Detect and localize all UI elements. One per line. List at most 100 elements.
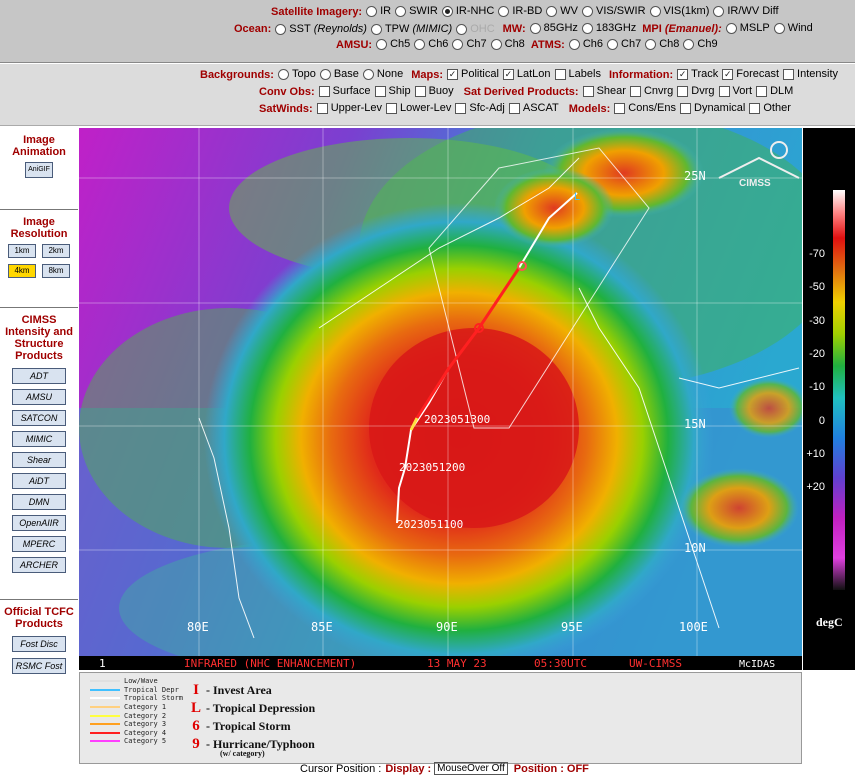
radio-button[interactable] — [362, 68, 374, 80]
radio-button[interactable] — [607, 38, 619, 50]
option-ir-bd[interactable]: IR-BD — [498, 5, 542, 17]
option-ch8[interactable]: Ch8 — [645, 38, 679, 50]
checkbox-dvrg[interactable]: Dvrg — [677, 85, 715, 97]
checkbox-intensity[interactable]: Intensity — [783, 68, 838, 80]
fost-disc-button[interactable]: Fost Disc — [12, 636, 66, 652]
checkbox-vort[interactable]: Vort — [718, 85, 752, 97]
resolution-8km-button[interactable]: 8km — [42, 264, 70, 278]
checkbox[interactable] — [386, 102, 398, 114]
checkbox-latlon[interactable]: LatLon — [502, 68, 551, 80]
checkbox[interactable] — [783, 68, 795, 80]
radio-button[interactable] — [773, 22, 785, 34]
checkbox[interactable] — [455, 102, 467, 114]
checkbox[interactable] — [677, 68, 689, 80]
checkbox-sfc-adj[interactable]: Sfc-Adj — [455, 102, 505, 114]
resolution-4km-button[interactable]: 4km — [8, 264, 36, 278]
option-ch7[interactable]: Ch7 — [452, 38, 487, 50]
radio-button[interactable] — [649, 5, 661, 17]
checkbox-political[interactable]: Political — [446, 68, 499, 80]
option-ch8[interactable]: Ch8 — [490, 38, 525, 50]
radio-button[interactable] — [713, 5, 725, 17]
checkbox-labels[interactable]: Labels — [554, 68, 601, 80]
radio-button[interactable] — [395, 5, 407, 17]
option-85ghz[interactable]: 85GHz — [529, 22, 578, 34]
checkbox[interactable] — [414, 85, 426, 97]
checkbox-ship[interactable]: Ship — [374, 85, 411, 97]
option-ch6[interactable]: Ch6 — [568, 38, 603, 50]
resolution-1km-button[interactable]: 1km — [8, 244, 36, 258]
option-ir-nhc[interactable]: IR-NHC — [441, 5, 494, 17]
mimic-button[interactable]: MIMIC — [12, 431, 66, 447]
radio-button[interactable] — [725, 22, 737, 34]
checkbox[interactable] — [756, 85, 768, 97]
option-ch9[interactable]: Ch9 — [683, 38, 718, 50]
checkbox[interactable] — [508, 102, 520, 114]
archer-button[interactable]: ARCHER — [12, 557, 66, 573]
satcon-button[interactable]: SATCON — [12, 410, 66, 426]
checkbox[interactable] — [374, 85, 386, 97]
checkbox-track[interactable]: Track — [677, 68, 718, 80]
dmn-button[interactable]: DMN — [12, 494, 66, 510]
checkbox-other[interactable]: Other — [749, 102, 791, 114]
radio-button[interactable] — [366, 5, 378, 17]
option-vis-swir[interactable]: VIS/SWIR — [582, 5, 646, 17]
anigif-button[interactable]: AniGIF — [25, 162, 53, 178]
radio-button[interactable] — [581, 22, 593, 34]
radio-button[interactable] — [529, 22, 541, 34]
openaiir-button[interactable]: OpenAIIR — [12, 515, 66, 531]
adt-button[interactable]: ADT — [12, 368, 66, 384]
checkbox[interactable] — [502, 68, 514, 80]
mperc-button[interactable]: MPERC — [12, 536, 66, 552]
option-ch6[interactable]: Ch6 — [414, 38, 448, 50]
checkbox[interactable] — [680, 102, 691, 114]
checkbox-shear[interactable]: Shear — [582, 85, 626, 97]
radio-button[interactable] — [319, 68, 331, 80]
shear-button[interactable]: Shear — [12, 452, 66, 468]
option-none[interactable]: None — [362, 68, 403, 80]
radio-button[interactable] — [498, 5, 510, 17]
checkbox-ascat[interactable]: ASCAT — [508, 102, 559, 114]
radio-button[interactable] — [441, 5, 453, 17]
option-ir[interactable]: IR — [366, 5, 391, 17]
checkbox[interactable] — [749, 102, 761, 114]
checkbox[interactable] — [446, 68, 458, 80]
checkbox[interactable] — [554, 68, 566, 80]
option-topo[interactable]: Topo — [277, 68, 316, 80]
radio-button[interactable] — [645, 38, 657, 50]
option-wv[interactable]: WV — [546, 5, 578, 17]
option-mslp[interactable]: MSLP — [725, 22, 770, 34]
radio-button[interactable] — [452, 38, 464, 50]
checkbox[interactable] — [722, 68, 734, 80]
option-swir[interactable]: SWIR — [395, 5, 438, 17]
radio-button[interactable] — [277, 68, 289, 80]
option-base[interactable]: Base — [319, 68, 359, 80]
radio-button[interactable] — [490, 38, 502, 50]
radio-button[interactable] — [376, 38, 388, 50]
resolution-2km-button[interactable]: 2km — [42, 244, 70, 258]
option-sst[interactable]: SST (Reynolds) — [275, 23, 367, 35]
option-tpw[interactable]: TPW (MIMIC) — [370, 23, 452, 35]
checkbox-buoy[interactable]: Buoy — [414, 85, 454, 97]
rsmc-fost-button[interactable]: RSMC Fost — [12, 658, 66, 674]
satellite-image[interactable]: L 2023051300 2023051200 2023051100 25N 1… — [79, 128, 802, 670]
checkbox-dynamical[interactable]: Dynamical — [680, 102, 745, 114]
option-wind[interactable]: Wind — [773, 22, 813, 34]
amsu-button[interactable]: AMSU — [12, 389, 66, 405]
checkbox[interactable] — [614, 102, 626, 114]
aidt-button[interactable]: AiDT — [12, 473, 66, 489]
checkbox-cnvrg[interactable]: Cnvrg — [629, 85, 673, 97]
checkbox-forecast[interactable]: Forecast — [722, 68, 779, 80]
checkbox[interactable] — [629, 85, 641, 97]
checkbox[interactable] — [316, 102, 328, 114]
option-183ghz[interactable]: 183GHz — [581, 22, 636, 34]
radio-button[interactable] — [546, 5, 558, 17]
checkbox-surface[interactable]: Surface — [318, 85, 371, 97]
checkbox[interactable] — [582, 85, 594, 97]
option-ch5[interactable]: Ch5 — [376, 38, 410, 50]
radio-button[interactable] — [414, 38, 426, 50]
option-ir-wv-diff[interactable]: IR/WV Diff — [713, 5, 779, 17]
checkbox[interactable] — [677, 85, 689, 97]
radio-button[interactable] — [683, 38, 695, 50]
checkbox-lower-lev[interactable]: Lower-Lev — [386, 102, 451, 114]
checkbox[interactable] — [318, 85, 330, 97]
